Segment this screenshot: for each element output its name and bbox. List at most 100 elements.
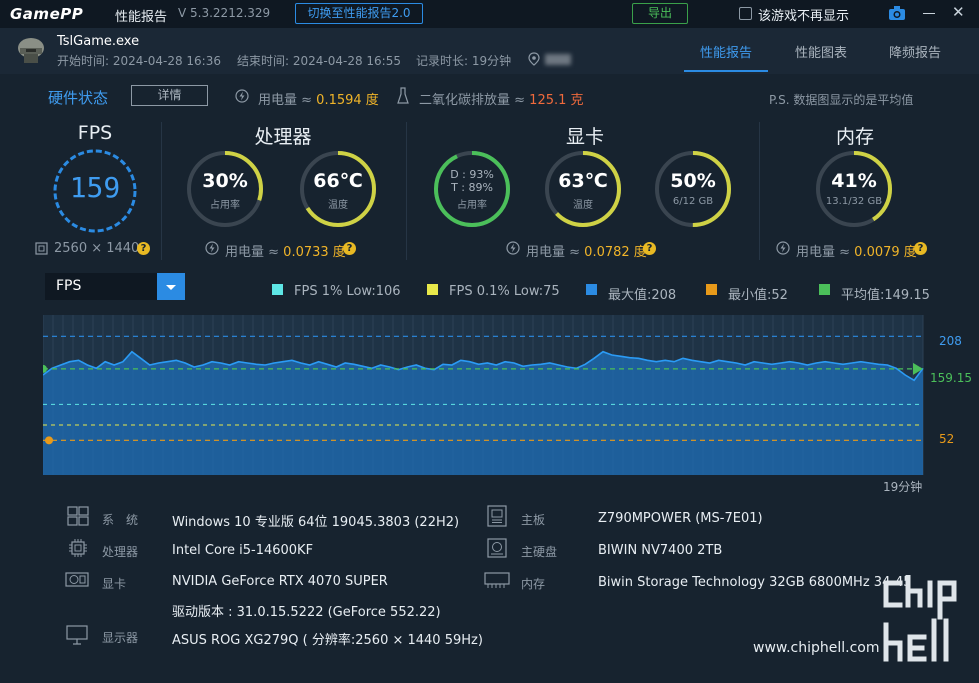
legend-max: 最大值:208 (608, 288, 677, 303)
motherboard-icon (487, 505, 507, 527)
close-button[interactable]: ✕ (952, 3, 965, 21)
tab-throttle-report[interactable]: 降频报告 (889, 42, 941, 61)
switch-report-button[interactable]: 切换至性能报告2.0 (295, 3, 423, 24)
gpu-temp-value: 63℃ (558, 170, 608, 192)
min-marker (45, 436, 53, 445)
spec-value-gpu: NVIDIA GeForce RTX 4070 SUPER (172, 574, 388, 589)
window-title: 性能报告 (115, 10, 168, 25)
cpu-temp-gauge: 66℃ 温度 (297, 148, 379, 230)
co2-label: 二氧化碳排放量 ≈ (419, 93, 526, 108)
average-note: P.S. 数据图显示的是平均值 (769, 93, 914, 107)
spec-label-motherboard: 主板 (521, 513, 546, 527)
divider (161, 122, 162, 260)
help-icon[interactable]: ? (643, 242, 656, 255)
power-value: 0.1594 度 (316, 93, 379, 108)
help-icon[interactable]: ? (137, 242, 150, 255)
chart-duration-label: 19分钟 (883, 480, 923, 494)
legend-min: 最小值:52 (728, 288, 788, 303)
minimize-button[interactable] (923, 13, 935, 14)
power-icon (776, 241, 790, 255)
spec-label-monitor: 显示器 (102, 631, 139, 645)
gpu-title: 显卡 (565, 126, 604, 148)
gpu-vram-gauge: 50% 6/12 GB (652, 148, 734, 230)
cpu-temp-value: 66℃ (313, 170, 363, 192)
detail-button[interactable]: 详情 (131, 85, 208, 106)
record-duration: 记录时长: 19分钟 (416, 54, 512, 68)
spec-label-disk: 主硬盘 (521, 545, 558, 559)
dont-show-checkbox[interactable] (739, 7, 752, 20)
co2-value: 125.1 克 (529, 93, 584, 108)
spec-label-gpu: 显卡 (102, 577, 127, 591)
fps-resolution: 2560 × 1440 (54, 241, 140, 256)
fps-area (43, 351, 923, 475)
gpu-t-value: T : 89% (451, 181, 493, 194)
spec-value-monitor: ASUS ROG XG279Q ( 分辨率:2560 × 1440 59Hz) (172, 633, 483, 648)
cpu-temp-label: 温度 (328, 200, 348, 211)
memory-icon (484, 572, 510, 588)
gpu-usage-label: 占用率 (457, 200, 487, 211)
spec-value-motherboard: Z790MPOWER (MS-7E01) (598, 511, 763, 526)
avg-axis-label: 159.15 (930, 371, 972, 385)
location-icon (528, 52, 540, 66)
fps-gauge: 159 (52, 148, 138, 234)
watermark-site: www.chiphell.com (753, 640, 880, 656)
legend-avg: 平均值:149.15 (841, 288, 930, 303)
spec-value-driver: 驱动版本 : 31.0.15.5222 (GeForce 552.22) (172, 605, 441, 620)
power-icon (506, 241, 520, 255)
version-label: V 5.3.2212.329 (178, 6, 271, 20)
game-name: TslGame.exe (57, 34, 140, 49)
spec-label-os: 系 统 (102, 513, 139, 527)
gpu-vram-value: 50% (670, 170, 716, 192)
end-time: 结束时间: 2024-04-28 16:55 (237, 54, 401, 68)
start-time: 开始时间: 2024-04-28 16:36 (57, 54, 221, 68)
mem-gauge: 41% 13.1/32 GB (813, 148, 895, 230)
disk-icon (487, 538, 507, 558)
tab-performance-report[interactable]: 性能报告 (700, 42, 752, 61)
redacted-location (545, 54, 571, 65)
help-icon[interactable]: ? (914, 242, 927, 255)
app-logo: GamePP (10, 5, 84, 23)
legend-01pct-low: FPS 0.1% Low:75 (449, 284, 560, 299)
app-window: GamePP 性能报告 V 5.3.2212.329 切换至性能报告2.0 导出… (0, 0, 979, 683)
power-icon (205, 241, 219, 255)
hardware-status-title: 硬件状态 (48, 89, 109, 107)
cpu-energy-value: 0.0733 度 (283, 245, 346, 260)
mem-energy-label: 用电量 ≈ (796, 245, 851, 260)
cpu-usage-label: 占用率 (210, 200, 240, 211)
divider (406, 122, 407, 260)
gpu-energy-label: 用电量 ≈ (526, 245, 581, 260)
cpu-usage-value: 30% (202, 170, 248, 192)
fps-title: FPS (77, 122, 113, 144)
power-label: 用电量 ≈ (258, 93, 313, 108)
fps-value: 159 (69, 171, 121, 204)
export-button[interactable]: 导出 (632, 3, 688, 24)
gpu-vram-label: 6/12 GB (672, 196, 714, 207)
game-icon (18, 38, 44, 63)
mem-energy-value: 0.0079 度 (854, 245, 917, 260)
spec-label-memory: 内存 (521, 577, 546, 591)
title-bar: GamePP 性能报告 V 5.3.2212.329 切换至性能报告2.0 导出… (0, 0, 979, 28)
resolution-icon (35, 242, 48, 255)
chevron-down-icon[interactable] (157, 273, 185, 300)
tab-performance-chart[interactable]: 性能图表 (795, 42, 847, 61)
active-tab-indicator (684, 70, 768, 72)
metric-dropdown[interactable]: FPS (45, 273, 185, 300)
cpu-usage-gauge: 30% 占用率 (184, 148, 266, 230)
mem-value: 41% (831, 170, 877, 192)
legend-swatch-01pct-low (427, 284, 438, 295)
help-icon[interactable]: ? (343, 242, 356, 255)
cpu-title: 处理器 (254, 126, 312, 148)
gpu-temp-gauge: 63℃ 温度 (542, 148, 624, 230)
camera-icon[interactable] (888, 5, 906, 21)
gpu-d-value: D : 93% (450, 168, 494, 181)
divider (759, 122, 760, 260)
dont-show-label: 该游戏不再显示 (758, 9, 850, 24)
gpu-usage-gauge: D : 93% T : 89% 占用率 (431, 148, 513, 230)
fps-chart[interactable] (43, 315, 927, 475)
legend-swatch-min (706, 284, 717, 295)
min-axis-label: 52 (939, 432, 955, 446)
power-icon (235, 89, 249, 103)
legend-swatch-max (586, 284, 597, 295)
legend-swatch-avg (819, 284, 830, 295)
cpu-energy-label: 用电量 ≈ (225, 245, 280, 260)
